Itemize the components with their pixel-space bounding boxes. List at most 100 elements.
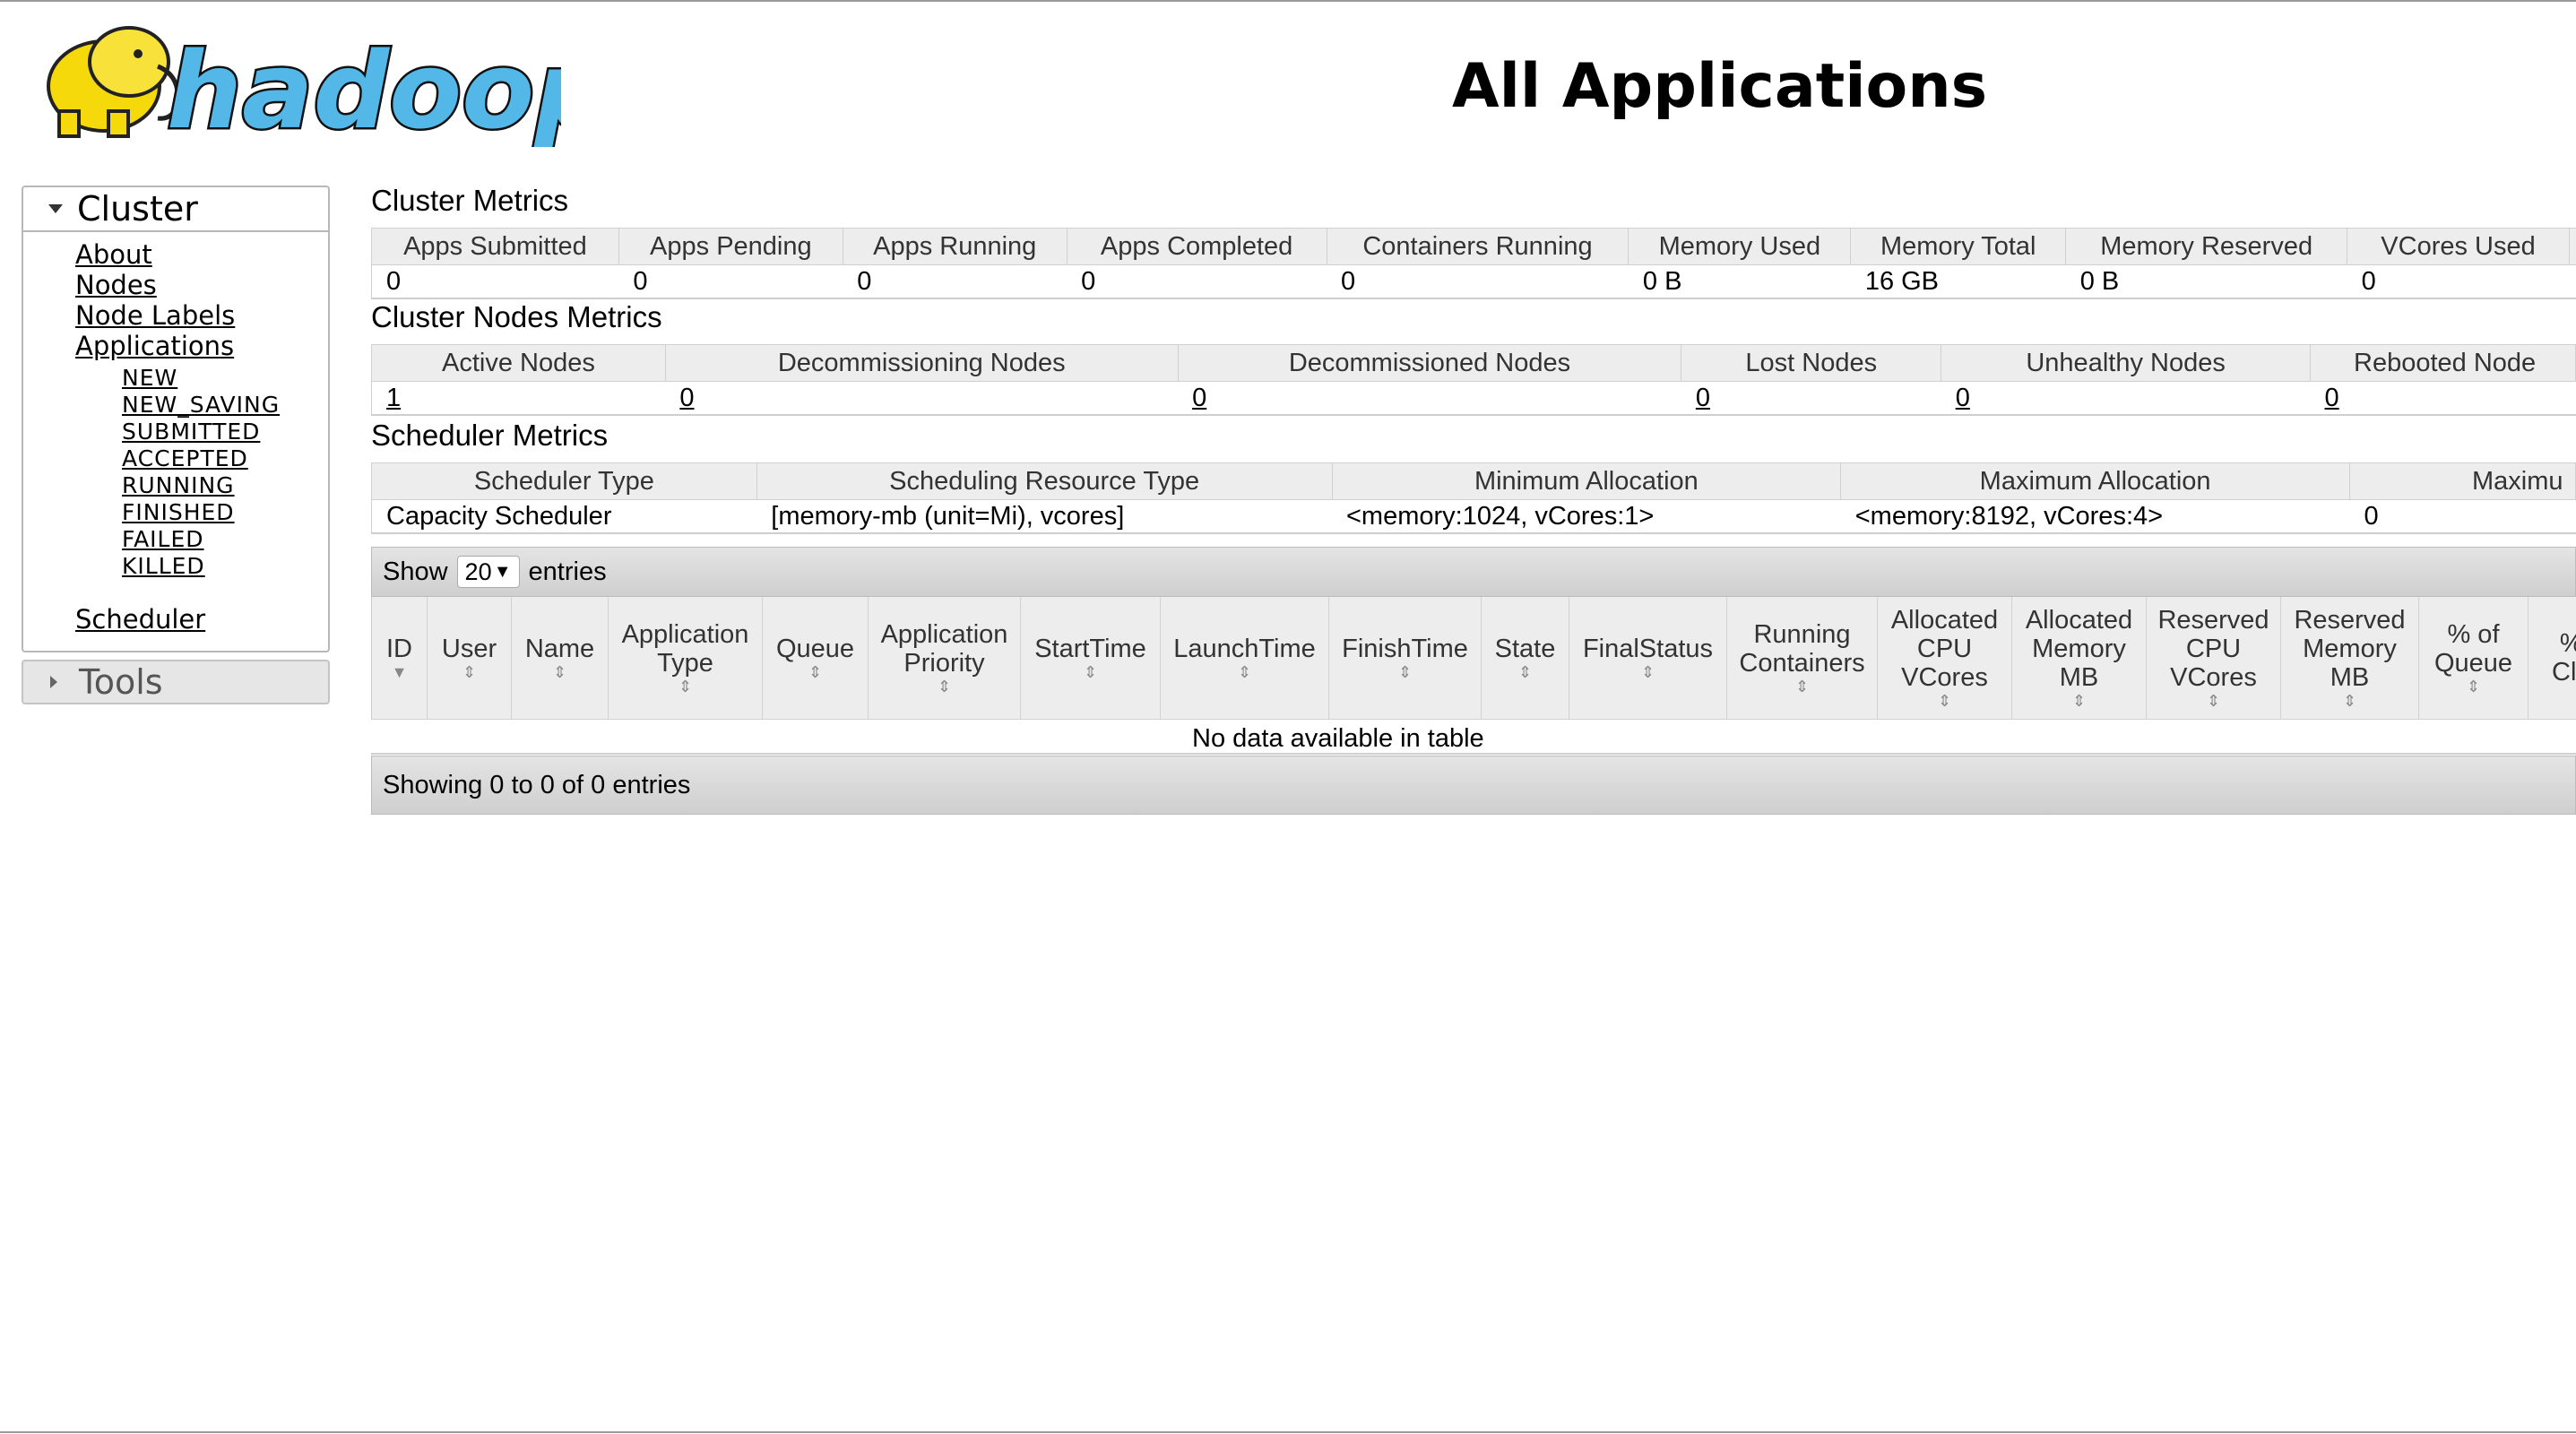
- rebooted-nodes-link[interactable]: 0: [2325, 384, 2339, 412]
- metric-value: 0: [2347, 264, 2570, 299]
- sidebar-link-scheduler[interactable]: Scheduler: [75, 604, 205, 635]
- sort-icon: ⇕: [462, 663, 477, 681]
- cluster-metrics-table: Apps Submitted Apps Pending Apps Running…: [371, 228, 2576, 299]
- cluster-nodes-metrics-title: Cluster Nodes Metrics: [371, 300, 662, 333]
- sidebar-link-applications[interactable]: Applications: [75, 331, 235, 361]
- decommissioned-nodes-link[interactable]: 0: [1192, 384, 1206, 412]
- sidebar-cluster-header[interactable]: Cluster: [23, 187, 328, 232]
- col-percent-of-queue[interactable]: % of Queue ⇕: [2419, 597, 2528, 719]
- elephant-head: [88, 26, 170, 98]
- col-allocated-cpu-vcores[interactable]: Allocated CPU VCores ⇕: [1878, 597, 2012, 719]
- metric-header: Containers Running: [1326, 228, 1629, 265]
- metric-header: Apps Pending: [618, 228, 843, 265]
- top-border: [0, 0, 2576, 2]
- metric-header: Memory Reserved: [2065, 228, 2348, 265]
- sidebar-link-node-labels[interactable]: Node Labels: [75, 300, 235, 331]
- sort-icon: ⇕: [1083, 663, 1098, 681]
- sidebar-state-running[interactable]: RUNNING: [122, 472, 280, 499]
- sidebar-link-nodes[interactable]: Nodes: [75, 270, 235, 300]
- sidebar-cluster-label: Cluster: [77, 189, 198, 229]
- empty-table-message: No data available in table: [1192, 724, 1484, 753]
- col-running-containers[interactable]: Running Containers ⇕: [1727, 597, 1878, 719]
- sidebar-link-about[interactable]: About: [75, 239, 235, 270]
- col-finish-time[interactable]: FinishTime ⇕: [1329, 597, 1482, 719]
- page-size-value: 20: [464, 557, 492, 585]
- scheduler-metric-value: [memory-mb (unit=Mi), vcores]: [756, 499, 1332, 534]
- col-queue[interactable]: Queue ⇕: [763, 597, 869, 719]
- col-reserved-cpu-vcores[interactable]: Reserved CPU VCores ⇕: [2147, 597, 2281, 719]
- sidebar-state-accepted[interactable]: ACCEPTED: [122, 445, 280, 472]
- col-reserved-memory-mb[interactable]: Reserved Memory MB ⇕: [2281, 597, 2419, 719]
- entries-label: entries: [528, 557, 607, 586]
- sidebar-scheduler: Scheduler: [75, 604, 205, 635]
- metric-header: VCores Used: [2347, 228, 2570, 265]
- scheduler-metric-header: Scheduling Resource Type: [756, 462, 1333, 500]
- sidebar-state-failed[interactable]: FAILED: [122, 526, 280, 553]
- metric-value: 0: [1327, 264, 1629, 299]
- sidebar-state-finished[interactable]: FINISHED: [122, 499, 280, 526]
- metric-header: Memory Total: [1850, 228, 2067, 265]
- col-start-time[interactable]: StartTime ⇕: [1021, 597, 1161, 719]
- scheduler-metric-header: Maximum Allocation: [1840, 462, 2350, 500]
- sidebar-cluster-panel: Cluster About Nodes Node Labels Applicat…: [22, 186, 330, 652]
- col-user[interactable]: User ⇕: [428, 597, 512, 719]
- lost-nodes-link[interactable]: 0: [1696, 384, 1710, 412]
- col-application-priority[interactable]: Application Priority ⇕: [869, 597, 1021, 719]
- apps-table-header: ID ▼ User ⇕ Name ⇕ Application Type ⇕ Queue ⇕…: [371, 597, 2576, 719]
- sort-icon: ⇕: [808, 663, 823, 681]
- sort-icon: ⇕: [937, 678, 952, 695]
- metric-value: 0: [618, 264, 843, 299]
- nodes-metric-header: Unhealthy Nodes: [1941, 344, 2312, 382]
- apps-table-footer: Showing 0 to 0 of 0 entries: [371, 756, 2576, 815]
- col-state[interactable]: State ⇕: [1482, 597, 1569, 719]
- sort-icon: ⇕: [2206, 692, 2221, 710]
- sort-icon: ⇕: [1937, 692, 1952, 710]
- sort-icon: ⇕: [2071, 692, 2087, 710]
- cluster-metrics-title: Cluster Metrics: [371, 184, 569, 217]
- nodes-metric-header: Decommissioned Nodes: [1177, 344, 1682, 382]
- nodes-metric-header: Rebooted Node: [2310, 344, 2576, 382]
- scheduler-metric-header: Minimum Allocation: [1331, 462, 1842, 500]
- scheduler-metric-header: Scheduler Type: [371, 462, 757, 500]
- col-id[interactable]: ID ▼: [372, 597, 428, 719]
- sidebar-state-new-saving[interactable]: NEW_SAVING: [122, 392, 280, 419]
- metric-header: Apps Completed: [1066, 228, 1327, 265]
- metric-value: 0: [371, 264, 619, 299]
- metric-value: 0: [1067, 264, 1327, 299]
- sidebar-tools-header[interactable]: Tools: [22, 660, 330, 704]
- sidebar-tools-label: Tools: [79, 662, 163, 702]
- elephant-eye: [134, 49, 143, 58]
- sort-icon: ⇕: [1640, 663, 1655, 681]
- cluster-nodes-metrics-table: Active Nodes Decommissioning Nodes Decom…: [371, 344, 2576, 416]
- page-size-select[interactable]: 20 ▼: [456, 556, 520, 588]
- metric-value: 0: [843, 264, 1068, 299]
- sort-desc-icon: ▼: [391, 663, 408, 681]
- sidebar-app-states: NEW NEW_SAVING SUBMITTED ACCEPTED RUNNIN…: [122, 365, 280, 580]
- hadoop-logo[interactable]: hadoop: [23, 13, 561, 147]
- sort-icon: ⇕: [2342, 692, 2357, 710]
- unhealthy-nodes-link[interactable]: 0: [1956, 384, 1970, 412]
- sidebar-state-killed[interactable]: KILLED: [122, 553, 280, 580]
- scheduler-metric-value: <memory:1024, vCores:1>: [1332, 499, 1841, 534]
- metric-value-cutoff: [2569, 264, 2576, 299]
- nodes-metric-header: Lost Nodes: [1681, 344, 1942, 382]
- col-name[interactable]: Name ⇕: [512, 597, 609, 719]
- metric-value: 0 B: [2065, 264, 2347, 299]
- page-title: All Applications: [1452, 51, 1988, 122]
- col-allocated-memory-mb[interactable]: Allocated Memory MB ⇕: [2012, 597, 2147, 719]
- show-label: Show: [383, 557, 448, 586]
- sidebar-state-new[interactable]: NEW: [122, 365, 280, 392]
- metric-header: Apps Running: [842, 228, 1068, 265]
- nodes-metric-header: Active Nodes: [371, 344, 666, 382]
- sidebar-state-submitted[interactable]: SUBMITTED: [122, 419, 280, 445]
- col-percent-of-cluster[interactable]: % Clu: [2528, 597, 2576, 719]
- decommissioning-nodes-link[interactable]: 0: [679, 384, 694, 412]
- col-final-status[interactable]: FinalStatus ⇕: [1569, 597, 1727, 719]
- bottom-border: [0, 1431, 2576, 1433]
- sidebar-links: About Nodes Node Labels Applications: [75, 239, 235, 361]
- metric-value: 0 B: [1628, 264, 1851, 299]
- col-launch-time[interactable]: LaunchTime ⇕: [1161, 597, 1329, 719]
- metric-header-cutoff: [2568, 228, 2576, 265]
- col-application-type[interactable]: Application Type ⇕: [609, 597, 763, 719]
- active-nodes-link[interactable]: 1: [386, 384, 401, 412]
